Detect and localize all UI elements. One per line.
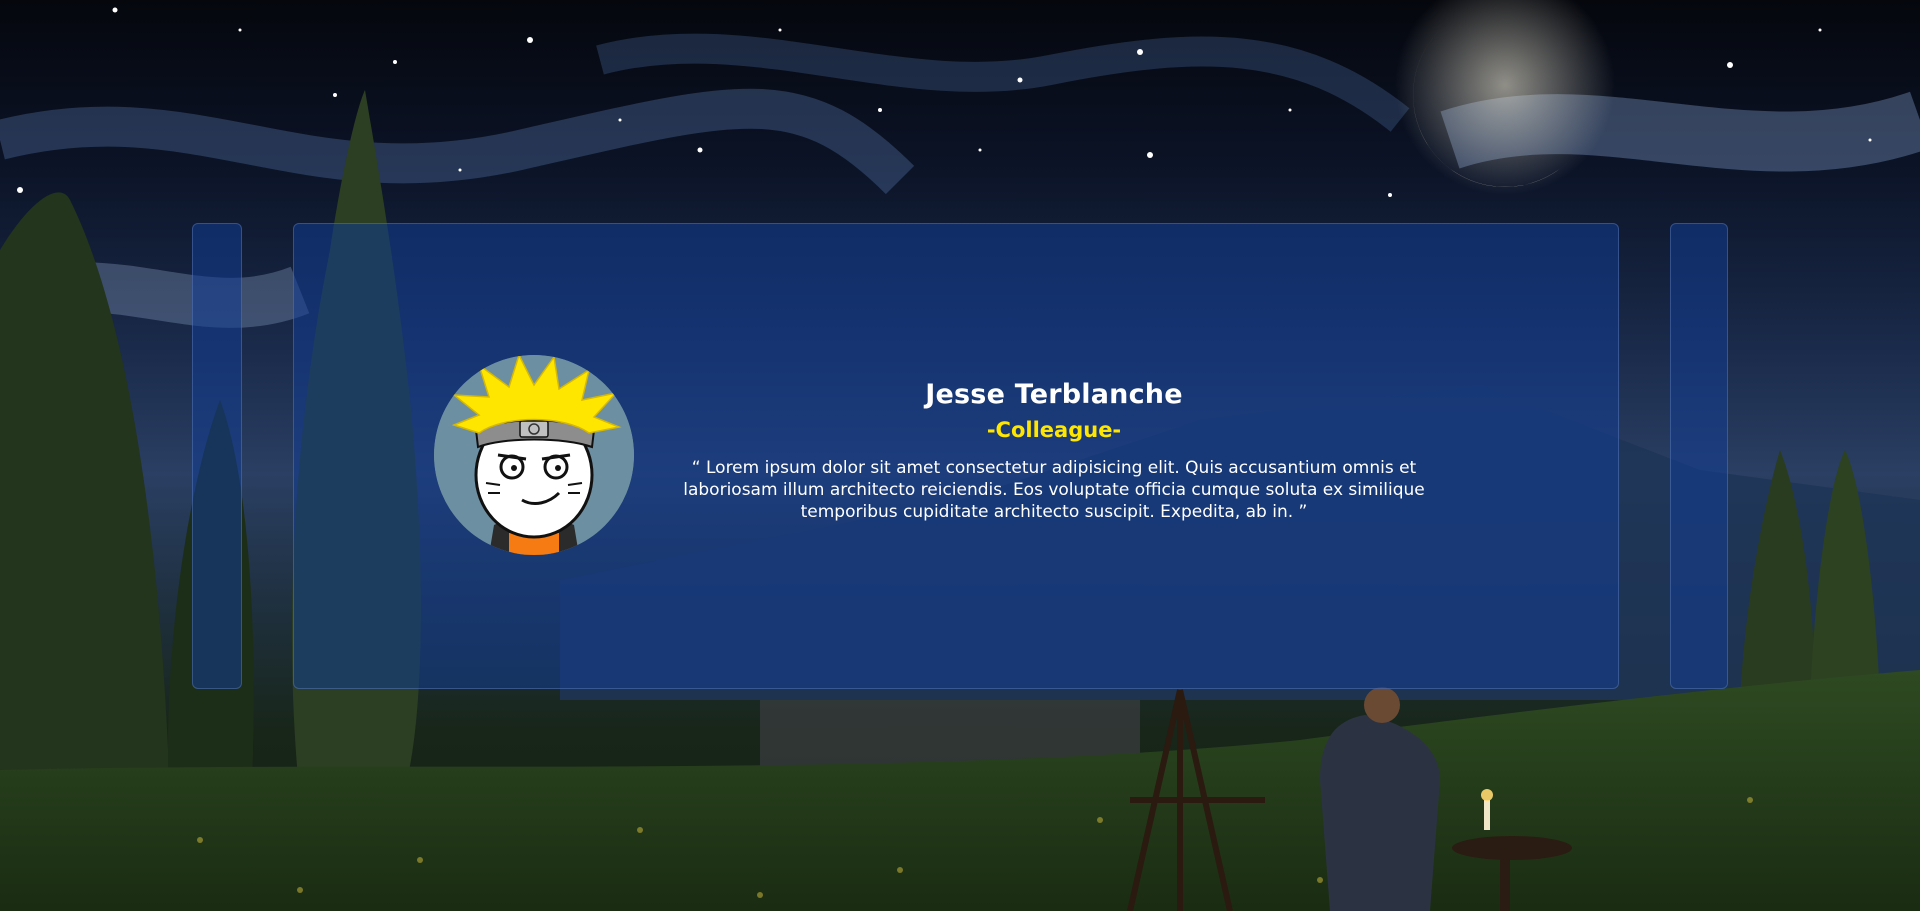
testimonial-content: Jesse Terblanche -Colleague- “ Lorem ips…: [644, 379, 1464, 523]
starry-night-background: Jesse Terblanche -Colleague- “ Lorem ips…: [0, 0, 1920, 911]
testimonial-card: Jesse Terblanche -Colleague- “ Lorem ips…: [293, 223, 1619, 689]
testimonial-role: -Colleague-: [986, 418, 1122, 442]
carousel-next-card[interactable]: [1670, 223, 1728, 689]
testimonial-name: Jesse Terblanche: [925, 379, 1183, 410]
testimonial-quote: “ Lorem ipsum dolor sit amet consectetur…: [683, 458, 1425, 522]
avatar: [434, 355, 634, 555]
carousel-prev-card[interactable]: [192, 223, 242, 689]
cartoon-ninja-avatar-icon: [434, 355, 634, 555]
